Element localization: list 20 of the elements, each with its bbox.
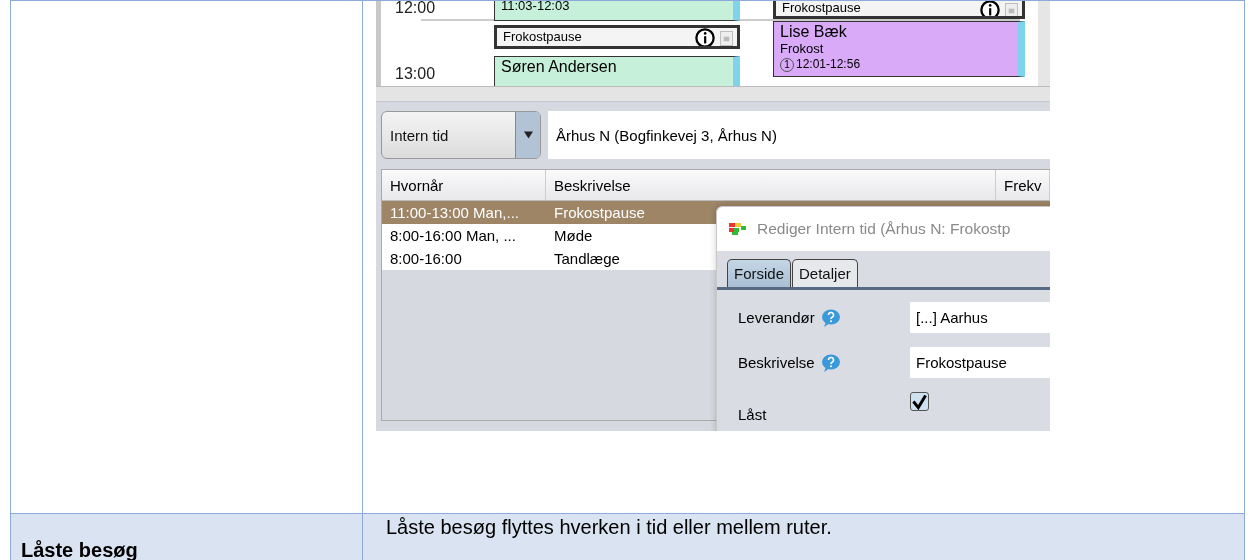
- event-text: Frokostpause: [782, 1, 861, 16]
- field-label: Beskrivelse: [738, 354, 815, 371]
- table-cell-text: 8:00-16:00: [389, 249, 463, 269]
- event-text: Lise Bæk: [780, 22, 847, 41]
- time-label: 13:00: [395, 65, 436, 83]
- table-cell-text: Tandlæge: [553, 249, 620, 269]
- table-cell-text: Frokostpause: [553, 203, 645, 223]
- time-label: 12:00: [395, 1, 436, 17]
- dialog-title: Rediger Intern tid (Århus N: Frokostp: [757, 220, 1011, 238]
- event-text: Søren Andersen: [501, 57, 617, 76]
- event-text: 1 12:01-12:56: [780, 57, 861, 72]
- row-text: Låste besøg flyttes hverken i tid eller mellem ruter.: [385, 515, 833, 539]
- table-cell-text: Møde: [553, 226, 593, 246]
- event-text: 11:03-12:03: [501, 1, 570, 14]
- field-label: Leverandør: [738, 309, 815, 326]
- table-cell-text: 8:00-16:00 Man, ...: [389, 226, 517, 246]
- event-text: Frokostpause: [503, 29, 582, 45]
- field-label: Låst: [738, 406, 767, 423]
- table-cell-text: 11:00-13:00 Man,...: [389, 203, 520, 223]
- event-text: Frokost: [780, 41, 824, 57]
